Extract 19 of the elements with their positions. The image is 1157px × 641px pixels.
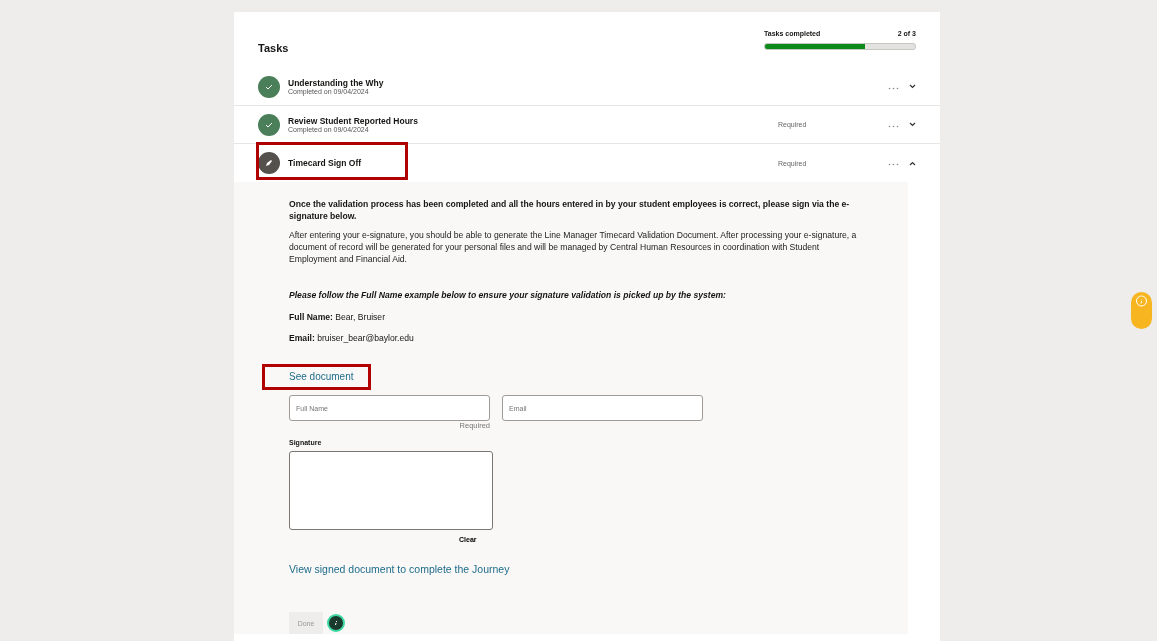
task-title: Timecard Sign Off (288, 158, 363, 168)
intro-text: Once the validation process has been completed and all the hours entered in by your student employees is correct, please sign via the e-signature below. (289, 198, 851, 222)
chevron-down-icon[interactable] (909, 122, 916, 127)
check-circle-icon (258, 113, 280, 136)
chevron-up-icon[interactable] (909, 160, 916, 166)
body-text: After entering your e-signature, you should be able to generate the Line Manager Timecard Validation Document. After processing your e-signature, a document of record will be generated for your personal files and will be managed by Central Human Resources in coordination with Student Employment and Financial Aid. (289, 229, 858, 265)
pencil-circle-icon (258, 152, 280, 174)
signature-pad[interactable] (289, 451, 493, 530)
tasks-title: Tasks (258, 42, 289, 56)
example-line: Email: bruiser_bear@baylor.edu (289, 332, 415, 344)
see-document-link[interactable]: See document (265, 367, 368, 387)
check-circle-icon (258, 75, 280, 98)
chevron-down-icon[interactable] (909, 84, 916, 89)
example-note: Please follow the Full Name example below to ensure your signature validation is picked up by the system: (289, 289, 727, 301)
task-title: Review Student Reported Hours (288, 116, 419, 126)
view-document-link[interactable]: View signed document to complete the Journey (289, 563, 510, 575)
example-line: Full Name: Bear, Bruiser (289, 311, 386, 323)
info-icon[interactable] (327, 614, 345, 632)
task-title: Understanding the Why (288, 78, 385, 88)
